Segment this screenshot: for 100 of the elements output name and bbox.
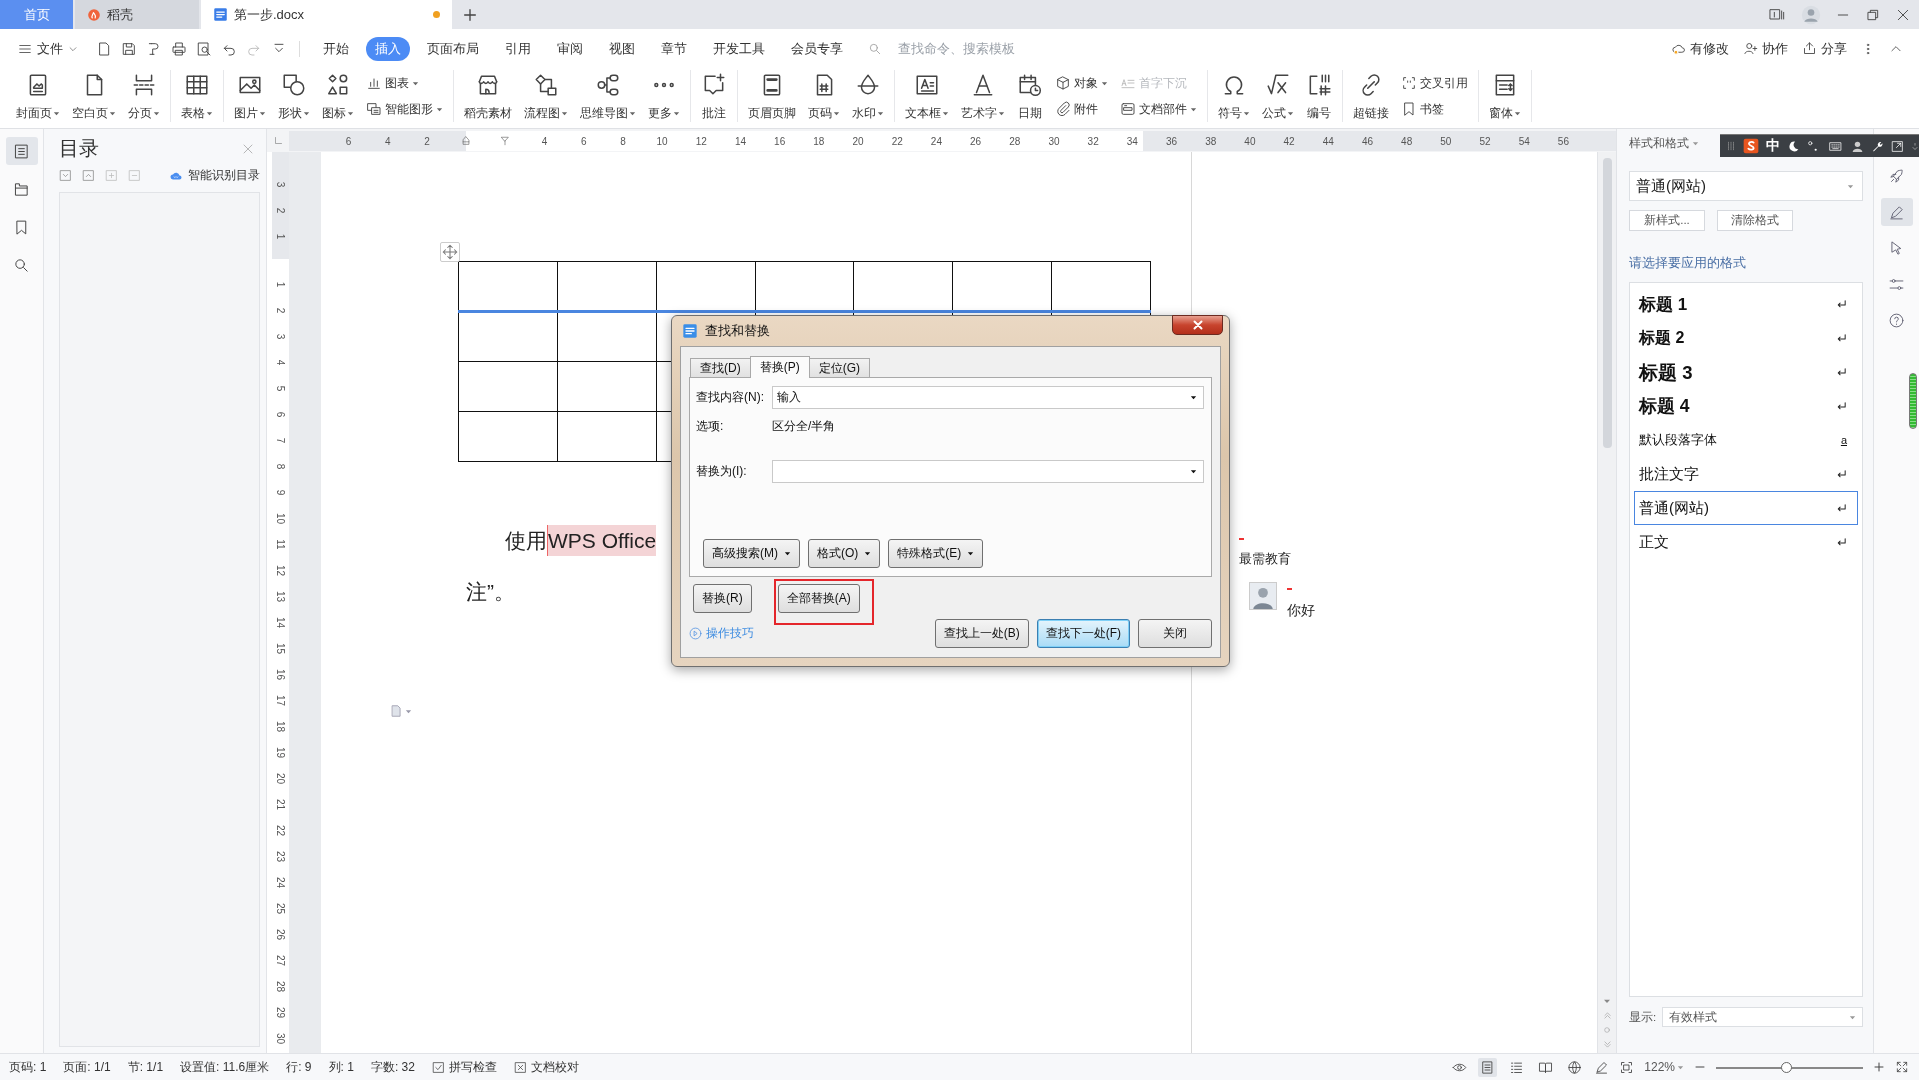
- table-cell[interactable]: [458, 261, 558, 312]
- panel-button[interactable]: 新样式...: [1629, 210, 1705, 231]
- pen-icon[interactable]: [1594, 1059, 1610, 1075]
- style-item[interactable]: 默认段落字体 a: [1634, 423, 1858, 457]
- style-item[interactable]: 标题 2: [1634, 321, 1858, 355]
- dropdown-button[interactable]: 高级搜索(M): [703, 539, 800, 568]
- style-item[interactable]: 批注文字: [1634, 457, 1858, 491]
- ribbon-button[interactable]: 空白页: [66, 70, 122, 122]
- moon-icon[interactable]: [1787, 139, 1800, 153]
- ribbon-button[interactable]: 更多: [642, 70, 686, 122]
- ribbon-button[interactable]: 表格: [175, 70, 219, 122]
- replace-field[interactable]: [772, 460, 1204, 483]
- smart-toc-button[interactable]: 智能识别目录: [168, 167, 260, 184]
- search-field[interactable]: 查找命令、搜索模板: [896, 40, 1046, 57]
- external-icon[interactable]: [1891, 139, 1904, 153]
- ribbon-button[interactable]: 分页: [122, 70, 166, 122]
- style-item[interactable]: 普通(网站): [1634, 491, 1858, 525]
- ribbon-button[interactable]: 文档部件: [1120, 100, 1197, 118]
- menu-tab[interactable]: 开始: [314, 36, 358, 61]
- dialog-button[interactable]: 关闭: [1138, 619, 1212, 648]
- ribbon-button[interactable]: 艺术字: [955, 70, 1011, 122]
- ribbon-button[interactable]: 窗体: [1483, 70, 1527, 122]
- dialog-button[interactable]: 替换(R): [693, 584, 752, 613]
- ribbon-button[interactable]: 公式: [1256, 70, 1300, 122]
- table-cell[interactable]: [755, 261, 854, 312]
- ribbon-button[interactable]: 智能图形: [366, 100, 443, 118]
- ribbon-button[interactable]: 交叉引用: [1401, 74, 1468, 92]
- style-item[interactable]: 标题 1: [1634, 287, 1858, 321]
- keyboard-icon[interactable]: [1827, 139, 1844, 153]
- ribbon-button[interactable]: 对象: [1055, 74, 1108, 92]
- dropdown-button[interactable]: 格式(O): [808, 539, 881, 568]
- ribbon-button[interactable]: 图表: [366, 74, 443, 92]
- menu-tab[interactable]: 开发工具: [704, 36, 774, 61]
- show-dropdown[interactable]: 有效样式: [1662, 1007, 1863, 1027]
- table-cell[interactable]: [656, 261, 756, 312]
- dialog-button[interactable]: 查找上一处(B): [934, 619, 1029, 648]
- spell-check-toggle[interactable]: 拼写检查: [431, 1058, 497, 1076]
- menu-tab[interactable]: 引用: [496, 36, 540, 61]
- close-button[interactable]: [1172, 315, 1223, 335]
- table-cell[interactable]: [1051, 261, 1151, 312]
- sidebar-button[interactable]: [5, 137, 38, 165]
- dialog-tab[interactable]: 查找(D): [690, 358, 751, 377]
- dropdown-button[interactable]: 特殊格式(E): [888, 539, 984, 568]
- style-item[interactable]: 标题 3: [1634, 355, 1858, 389]
- panel-button[interactable]: 清除格式: [1717, 210, 1793, 231]
- table-cell[interactable]: [458, 411, 558, 462]
- ribbon-button[interactable]: 超链接: [1347, 70, 1395, 122]
- table-cell[interactable]: [458, 361, 558, 412]
- fit-page-icon[interactable]: [1619, 1059, 1635, 1075]
- table-cell[interactable]: [557, 261, 657, 312]
- style-dropdown[interactable]: 普通(网站): [1629, 171, 1863, 201]
- side-tool-button[interactable]: [1880, 198, 1913, 226]
- ribbon-button[interactable]: 稻壳素材: [458, 70, 518, 122]
- table-cell[interactable]: [557, 311, 657, 362]
- toolbar-action[interactable]: 有修改: [1671, 39, 1729, 58]
- scrollbar-thumb[interactable]: [1602, 158, 1612, 448]
- toolbar-action[interactable]: 分享: [1802, 39, 1847, 58]
- scroll-down-icon[interactable]: [1603, 997, 1611, 1005]
- user-icon[interactable]: [1851, 139, 1864, 153]
- ribbon-button[interactable]: 封面页: [10, 70, 66, 122]
- table-cell[interactable]: [952, 261, 1052, 312]
- input-method-logo-icon[interactable]: [1743, 138, 1759, 154]
- ribbon-button[interactable]: 形状: [272, 70, 316, 122]
- slider-thumb[interactable]: [1781, 1061, 1793, 1073]
- zoom-in-icon[interactable]: [1873, 1061, 1885, 1073]
- table-cell[interactable]: [458, 311, 558, 362]
- ribbon-button[interactable]: 编号: [1300, 70, 1338, 122]
- ribbon-button[interactable]: 批注: [695, 70, 733, 122]
- proofread-button[interactable]: 文档校对: [513, 1058, 579, 1076]
- window-layout-icon[interactable]: [1767, 6, 1787, 23]
- zoom-dropdown[interactable]: 122%: [1644, 1060, 1684, 1074]
- file-menu[interactable]: 文件: [14, 36, 82, 61]
- dialog-button[interactable]: 全部替换(A): [777, 584, 860, 613]
- ribbon-button[interactable]: 页眉页脚: [742, 70, 802, 122]
- move-handle-icon[interactable]: [440, 242, 460, 262]
- ribbon-button[interactable]: 书签: [1401, 100, 1468, 118]
- ribbon-button[interactable]: 思维导图: [574, 70, 642, 122]
- print-icon[interactable]: [171, 40, 187, 57]
- ribbon-button[interactable]: 符号: [1212, 70, 1256, 122]
- ribbon-button[interactable]: 流程图: [518, 70, 574, 122]
- ribbon-button[interactable]: 附件: [1055, 100, 1108, 118]
- style-item[interactable]: 标题 4: [1634, 389, 1858, 423]
- tab[interactable]: 稻壳: [75, 0, 199, 29]
- dialog-tab[interactable]: 替换(P): [749, 356, 810, 378]
- menu-tab[interactable]: 章节: [652, 36, 696, 61]
- ribbon-button[interactable]: 水印: [846, 70, 890, 122]
- tab[interactable]: 第一步.docx: [201, 0, 452, 29]
- dialog-button[interactable]: 查找下一处(F): [1036, 619, 1130, 648]
- ribbon-button[interactable]: 图标: [316, 70, 360, 122]
- ribbon-button[interactable]: 日期: [1011, 70, 1049, 122]
- table-cell[interactable]: [557, 361, 657, 412]
- punctuation-icon[interactable]: [1807, 139, 1820, 153]
- wrench-icon[interactable]: [1871, 139, 1884, 153]
- table-cell[interactable]: [557, 411, 657, 462]
- new-document-icon[interactable]: [96, 40, 112, 57]
- menu-tab[interactable]: 页面布局: [418, 36, 488, 61]
- add-tab-icon[interactable]: [462, 6, 478, 23]
- fullscreen-icon[interactable]: [1895, 1060, 1909, 1074]
- menu-tab[interactable]: 视图: [600, 36, 644, 61]
- menu-tab[interactable]: 审阅: [548, 36, 592, 61]
